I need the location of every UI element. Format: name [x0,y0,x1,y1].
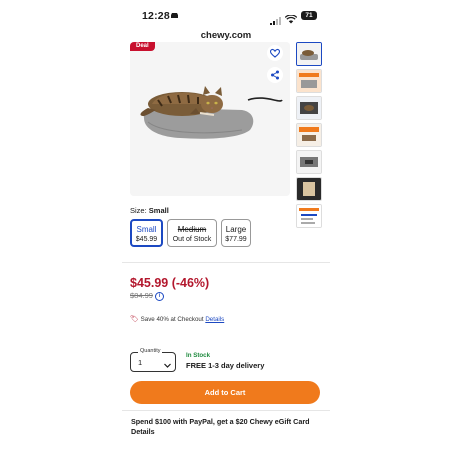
selected-size: Small [148,206,169,215]
thumbnail[interactable] [296,177,322,201]
tag-icon: 🏷︎ [130,316,139,323]
sale-price: $45.99 (-46%) [130,276,210,290]
product-image[interactable]: Deal [130,42,290,196]
size-option-name: Large [225,225,247,234]
section-divider [122,262,330,263]
paypal-offer-text: Spend $100 with PayPal, get a $20 Chewy … [131,417,310,426]
paypal-offer-details-link[interactable]: Details [131,427,155,436]
paypal-offer: Spend $100 with PayPal, get a $20 Chewy … [131,417,321,437]
status-time: 12:28 [142,10,170,22]
size-label: Size: [130,206,147,215]
size-option-small[interactable]: Small $45.99 [130,219,163,247]
address-bar[interactable]: chewy.com [122,30,330,41]
size-option-price: $77.99 [225,236,247,243]
thumbnail-strip [296,42,322,231]
status-bar: 12:28 71 [122,0,330,28]
thumbnail[interactable] [296,123,322,147]
promo-text: Save 40% at Checkout [140,316,204,323]
size-option-name: Medium [177,225,207,234]
favorite-button[interactable] [267,45,283,61]
promo-details-link[interactable]: Details [205,316,224,323]
section-divider [122,410,330,411]
promo-line: 🏷︎ Save 40% at Checkout Details [130,315,224,323]
quantity-selector[interactable]: Quantity 1 [130,348,176,372]
chevron-down-icon [163,357,172,368]
size-option-medium[interactable]: Medium Out of Stock [167,219,217,247]
size-option-name: Small [136,225,157,234]
car-icon [170,12,179,21]
thumbnail[interactable] [296,204,322,228]
add-to-cart-button[interactable]: Add to Cart [130,381,320,404]
wifi-icon [284,11,298,24]
heart-icon [269,48,281,58]
size-option-price: $45.99 [135,236,158,243]
info-icon[interactable]: i [155,292,164,301]
size-option-status: Out of Stock [172,236,212,243]
thumbnail[interactable] [296,69,322,93]
original-price: $84.99 [130,291,153,300]
thumbnail[interactable] [296,42,322,66]
cellular-signal-icon [270,12,282,25]
share-button[interactable] [267,67,283,83]
deal-badge: Deal [130,42,155,51]
quantity-value: 1 [138,358,143,367]
thumbnail[interactable] [296,96,322,120]
phone-screen: 12:28 71 chewy.com Deal Size: Small Smal… [122,0,330,450]
battery-indicator: 71 [301,11,317,20]
share-icon [271,70,279,80]
size-header: Size: Small [130,206,169,215]
product-photo [130,42,290,196]
stock-status: In Stock [186,352,211,359]
quantity-label: Quantity [138,348,163,354]
thumbnail[interactable] [296,150,322,174]
delivery-info: FREE 1-3 day delivery [186,361,265,370]
size-option-large[interactable]: Large $77.99 [221,219,251,247]
